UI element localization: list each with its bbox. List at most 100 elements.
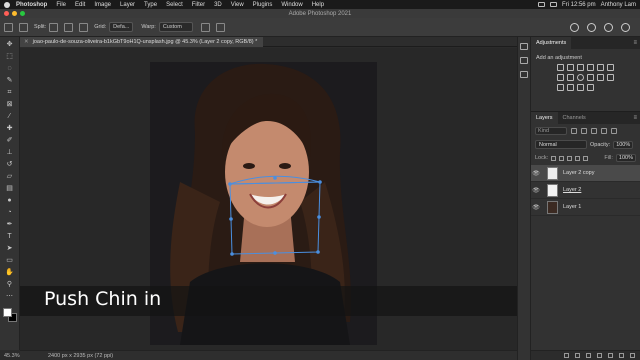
blend-mode-select[interactable]: Normal: [535, 140, 587, 149]
color-balance-icon[interactable]: [557, 74, 564, 81]
brightness-icon[interactable]: [557, 64, 564, 71]
warp-mode-icon[interactable]: [200, 22, 210, 32]
delete-layer-icon[interactable]: [630, 353, 635, 358]
channel-mixer-icon[interactable]: [587, 74, 594, 81]
rectangle-tool-icon[interactable]: ▭: [5, 256, 15, 265]
document-tab[interactable]: ✕ joao-paulo-de-souza-oliveira-b1kGbT9oH…: [20, 36, 264, 47]
user-name[interactable]: Anthony Lam: [601, 2, 636, 8]
menu-type[interactable]: Type: [144, 2, 157, 8]
new-layer-icon[interactable]: [619, 353, 624, 358]
undo-icon[interactable]: [587, 22, 596, 32]
menu-help[interactable]: Help: [312, 2, 324, 8]
commit-checkmark-icon[interactable]: [621, 22, 630, 32]
lock-transparent-icon[interactable]: [551, 155, 557, 161]
menu-3d[interactable]: 3D: [214, 2, 222, 8]
menu-layer[interactable]: Layer: [120, 2, 135, 8]
eyedropper-tool-icon[interactable]: ⁄: [5, 112, 15, 121]
invert-icon[interactable]: [607, 74, 614, 81]
blur-tool-icon[interactable]: ●: [5, 196, 15, 205]
dodge-tool-icon[interactable]: ◔: [5, 208, 15, 217]
photo-filter-icon[interactable]: [577, 74, 584, 81]
warp-select[interactable]: Custom: [158, 22, 193, 32]
hand-tool-icon[interactable]: ✋: [5, 268, 15, 277]
add-mask-icon[interactable]: [586, 353, 591, 358]
minimize-window-button[interactable]: [12, 11, 17, 16]
split-cross-icon[interactable]: [49, 22, 59, 32]
close-tab-icon[interactable]: ✕: [24, 39, 29, 45]
close-window-button[interactable]: [4, 11, 9, 16]
lock-image-icon[interactable]: [559, 155, 565, 161]
document-dimensions[interactable]: 2400 px x 2935 px (72 ppi): [48, 353, 113, 359]
new-adjustment-layer-icon[interactable]: [597, 353, 602, 358]
filter-type-icon[interactable]: [591, 128, 597, 134]
lock-position-icon[interactable]: [567, 155, 573, 161]
layer-name[interactable]: Layer 1: [563, 204, 581, 210]
healing-brush-tool-icon[interactable]: ✚: [5, 124, 15, 133]
history-brush-tool-icon[interactable]: ↺: [5, 160, 15, 169]
new-group-icon[interactable]: [608, 353, 613, 358]
menu-view[interactable]: View: [231, 2, 244, 8]
layer-thumbnail[interactable]: [547, 183, 558, 197]
menu-app-name[interactable]: Photoshop: [16, 2, 47, 8]
panel-menu-icon[interactable]: ≡: [633, 40, 637, 46]
home-icon[interactable]: [4, 22, 13, 32]
clone-stamp-tool-icon[interactable]: ⊥: [5, 148, 15, 157]
opacity-field[interactable]: 100%: [613, 140, 634, 149]
apple-icon[interactable]: [4, 1, 10, 8]
black-white-icon[interactable]: [567, 74, 574, 81]
lasso-tool-icon[interactable]: ◌: [5, 64, 15, 73]
layer-row-layer-1[interactable]: 👁 Layer 1: [531, 199, 640, 216]
battery-icon[interactable]: [537, 2, 545, 7]
visibility-eye-icon[interactable]: 👁: [531, 170, 541, 177]
move-tool-icon[interactable]: ✥: [5, 40, 15, 49]
color-lookup-icon[interactable]: [597, 74, 604, 81]
transform-mode-icon[interactable]: [215, 22, 225, 32]
split-horizontal-icon[interactable]: [79, 22, 89, 32]
menu-plugins[interactable]: Plugins: [253, 2, 273, 8]
exposure-icon[interactable]: [587, 64, 594, 71]
libraries-panel-icon[interactable]: [520, 71, 528, 78]
layer-thumbnail[interactable]: [547, 200, 558, 214]
quick-select-tool-icon[interactable]: ✎: [5, 76, 15, 85]
levels-icon[interactable]: [567, 64, 574, 71]
zoom-tool-icon[interactable]: ⚲: [5, 280, 15, 289]
menu-select[interactable]: Select: [166, 2, 183, 8]
split-vertical-icon[interactable]: [64, 22, 74, 32]
properties-panel-icon[interactable]: [520, 57, 528, 64]
filter-shape-icon[interactable]: [601, 128, 607, 134]
cancel-transform-icon[interactable]: [604, 22, 613, 32]
link-layers-icon[interactable]: [564, 353, 569, 358]
kind-filter-select[interactable]: Kind: [535, 127, 567, 135]
clock[interactable]: Fri 12:56 pm: [562, 2, 596, 8]
gradient-map-icon[interactable]: [577, 84, 584, 91]
crop-tool-icon[interactable]: ⌗: [5, 88, 15, 97]
wifi-icon[interactable]: [549, 2, 557, 7]
pen-tool-icon[interactable]: ✒: [5, 220, 15, 229]
lock-all-icon[interactable]: [583, 155, 589, 161]
frame-tool-icon[interactable]: ⊠: [5, 100, 15, 109]
canvas-area[interactable]: Push Chin in: [20, 48, 517, 350]
visibility-eye-icon[interactable]: 👁: [531, 187, 541, 194]
history-panel-icon[interactable]: [520, 43, 528, 50]
layer-name[interactable]: Layer 2: [563, 187, 581, 193]
posterize-icon[interactable]: [557, 84, 564, 91]
layer-thumbnail[interactable]: [547, 166, 558, 180]
menu-image[interactable]: Image: [94, 2, 111, 8]
layer-row-layer-2-copy[interactable]: 👁 Layer 2 copy: [531, 165, 640, 182]
type-tool-icon[interactable]: T: [5, 232, 15, 241]
layer-row-layer-2[interactable]: 👁 Layer 2: [531, 182, 640, 199]
selective-color-icon[interactable]: [587, 84, 594, 91]
grid-select[interactable]: Defa...: [109, 22, 134, 32]
tab-channels[interactable]: Channels: [558, 112, 591, 124]
layer-style-icon[interactable]: [575, 353, 580, 358]
marquee-tool-icon[interactable]: ⬚: [5, 52, 15, 61]
puppet-warp-icon[interactable]: [570, 22, 579, 32]
gradient-tool-icon[interactable]: ▤: [5, 184, 15, 193]
zoom-window-button[interactable]: [20, 11, 25, 16]
curves-icon[interactable]: [577, 64, 584, 71]
color-swatches[interactable]: [2, 308, 17, 322]
layers-menu-icon[interactable]: ≡: [633, 115, 637, 121]
path-selection-tool-icon[interactable]: ➤: [5, 244, 15, 253]
filter-pixel-icon[interactable]: [571, 128, 577, 134]
eraser-tool-icon[interactable]: ▱: [5, 172, 15, 181]
